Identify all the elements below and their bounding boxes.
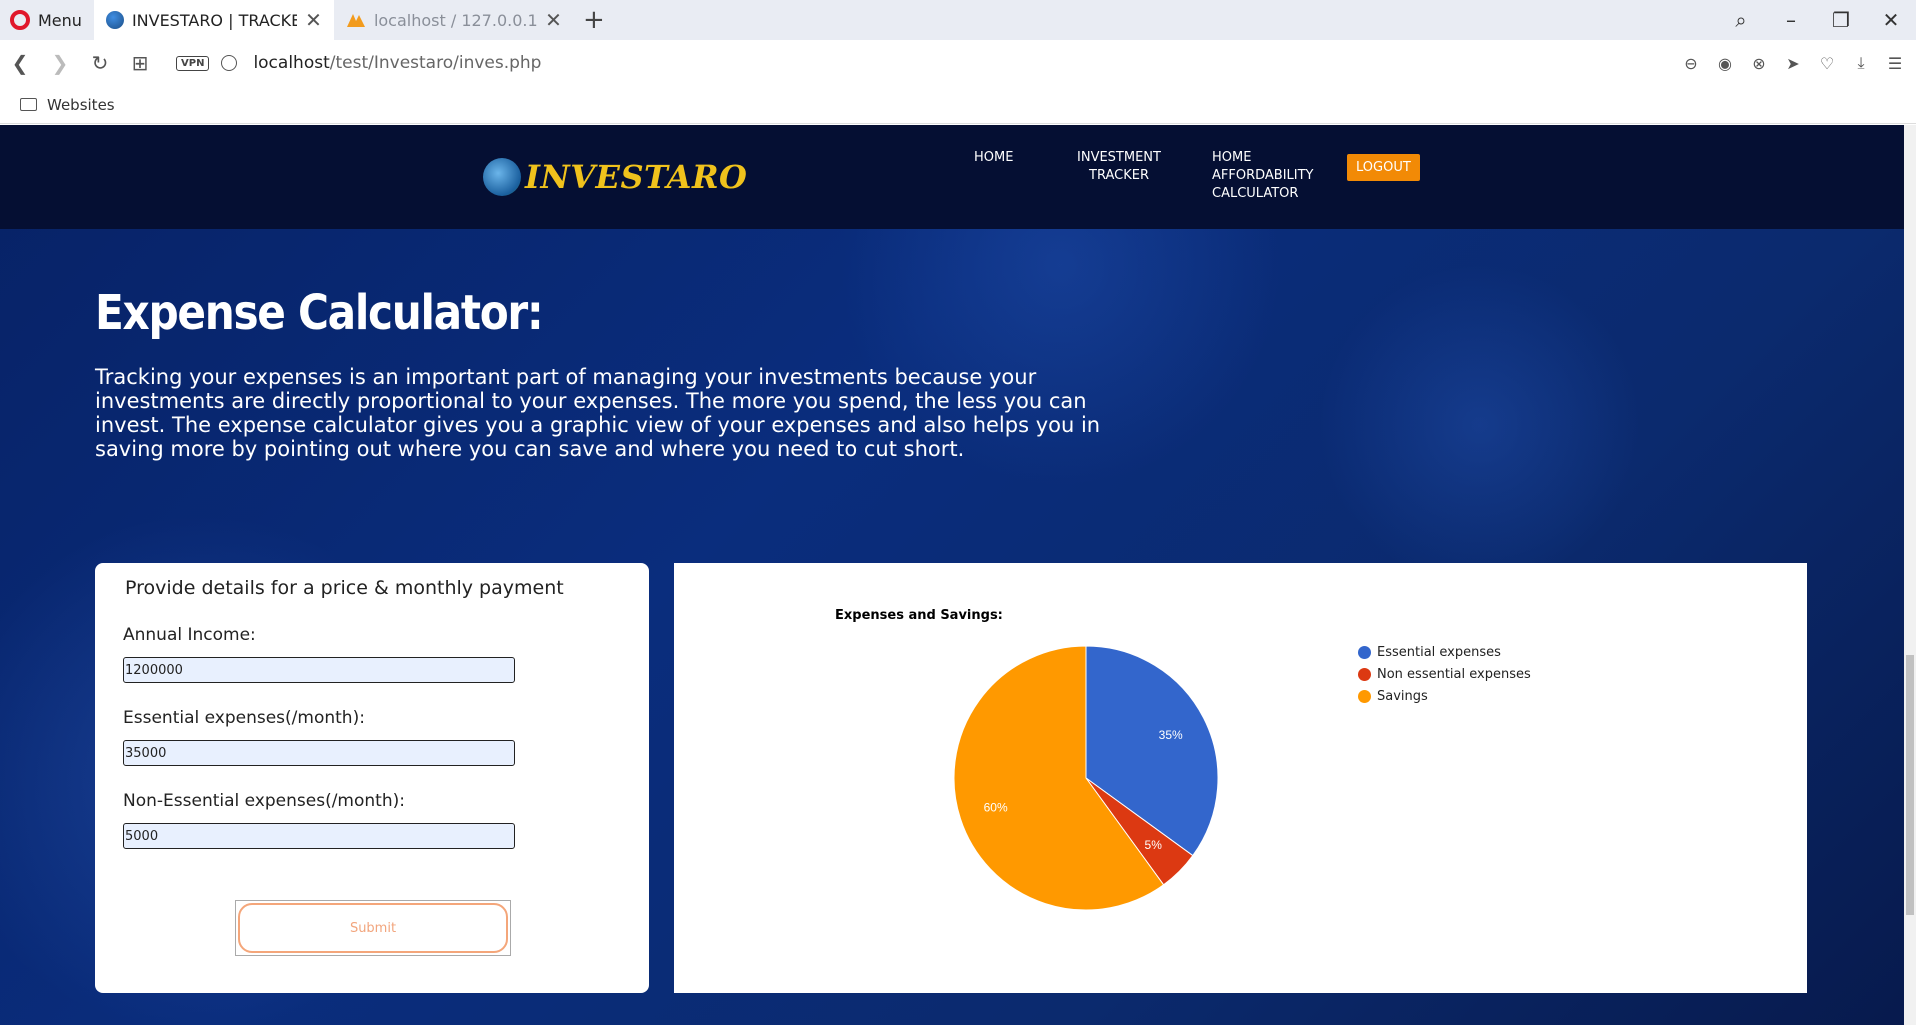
tab-title: localhost / 127.0.0.1 / regis [373,10,538,30]
bookmarks-bar: Websites [0,86,1916,124]
legend-label: Savings [1377,688,1428,704]
bookmark-heart-icon[interactable]: ♡ [1816,54,1838,73]
site-logo[interactable]: INVESTARO [483,158,747,196]
legend-swatch [1358,689,1371,703]
page-content: INVESTARO HOME INVESTMENT TRACKER HOME A… [0,125,1904,1025]
close-window-icon[interactable]: ✕ [1866,8,1916,32]
nonessential-expenses-input[interactable] [123,823,515,849]
close-tab-icon[interactable]: ✕ [305,8,322,32]
pie-slice-label: 60% [984,800,1008,814]
submit-outline: Submit [235,900,511,956]
nav-home[interactable]: HOME [974,149,1013,167]
browser-tab-bar: Menu INVESTARO | TRACKER ✕ localhost / 1… [0,0,1916,40]
address-bar-tools: ⊖ ◉ ⊗ ➤ ♡ ⤓ ☰ [1680,40,1906,86]
site-info-icon[interactable] [221,55,238,71]
minimize-icon[interactable]: – [1766,8,1816,32]
window-controls: ⌕ – ❐ ✕ [1716,0,1916,40]
url-host: localhost [253,53,330,73]
submit-button[interactable]: Submit [238,903,508,953]
restore-icon[interactable]: ❐ [1816,8,1866,32]
send-icon[interactable]: ➤ [1782,54,1804,73]
browser-menu-button[interactable]: Menu [0,0,94,40]
scrollbar-thumb[interactable] [1906,655,1914,915]
folder-icon [20,98,37,111]
tabs-grid-icon[interactable]: ⊞ [120,51,160,75]
tab-investaro-tracker[interactable]: INVESTARO | TRACKER ✕ [93,0,334,40]
zoom-icon[interactable]: ⊖ [1680,54,1702,73]
legend-item[interactable]: Essential expenses [1358,641,1531,663]
downloads-icon[interactable]: ⤓ [1850,53,1872,73]
site-header: INVESTARO HOME INVESTMENT TRACKER HOME A… [0,125,1904,229]
logo-text: INVESTARO [525,158,748,196]
menu-label: Menu [38,10,82,30]
bookmark-folder-websites[interactable]: Websites [47,96,115,114]
investaro-favicon-icon [105,11,124,29]
pie-slice-label: 35% [1159,728,1183,742]
snapshot-icon[interactable]: ◉ [1714,54,1736,73]
new-tab-icon[interactable]: + [580,5,608,35]
adblock-icon[interactable]: ⊗ [1748,54,1770,73]
essential-expenses-input[interactable] [123,740,515,766]
pie-chart: 35% 5% 60% [953,645,1219,911]
phpmyadmin-favicon-icon [346,14,365,27]
legend-swatch [1358,667,1371,681]
nonessential-expenses-label: Non-Essential expenses(/month): [123,791,405,811]
vpn-badge[interactable]: VPN [176,55,210,71]
intro-paragraph: Tracking your expenses is an important p… [95,365,1101,461]
back-icon[interactable]: ❮ [0,51,40,75]
url-path: /test/Investaro/inves.php [329,53,542,73]
opera-logo-icon [10,10,30,30]
legend-item[interactable]: Savings [1358,685,1531,707]
nav-home-affordability-calculator[interactable]: HOME AFFORDABILITY CALCULATOR [1212,149,1324,203]
annual-income-label: Annual Income: [123,625,256,645]
nav-investment-tracker[interactable]: INVESTMENT TRACKER [1077,149,1161,185]
chart-legend: Essential expenses Non essential expenses… [1358,641,1531,707]
close-tab-icon[interactable]: ✕ [545,8,562,32]
legend-item[interactable]: Non essential expenses [1358,663,1531,685]
logo-globe-icon [483,158,521,196]
legend-label: Non essential expenses [1377,666,1531,682]
search-tabs-icon[interactable]: ⌕ [1716,8,1766,32]
legend-swatch [1358,645,1371,659]
address-bar-row: ❮ ❯ ↻ ⊞ VPN localhost/test/Investaro/inv… [0,40,1916,86]
forward-icon[interactable]: ❯ [40,51,80,75]
annual-income-input[interactable] [123,657,515,683]
chart-card: Expenses and Savings: 35% 5% 60% Essential… [674,563,1807,993]
pie-slice-label: 5% [1145,838,1163,852]
reload-icon[interactable]: ↻ [80,51,120,75]
legend-label: Essential expenses [1377,644,1501,660]
logout-button[interactable]: LOGOUT [1347,154,1420,181]
expense-form-card: Provide details for a price & monthly pa… [95,563,649,993]
url-field[interactable]: localhost/test/Investaro/inves.php [253,53,541,73]
tab-title: INVESTARO | TRACKER [131,10,298,30]
easy-setup-icon[interactable]: ☰ [1884,54,1906,73]
essential-expenses-label: Essential expenses(/month): [123,708,365,728]
tab-phpmyadmin[interactable]: localhost / 127.0.0.1 / regis ✕ [334,0,574,40]
page-title: Expense Calculator: [95,285,544,341]
page-scrollbar[interactable] [1904,125,1916,1025]
form-heading: Provide details for a price & monthly pa… [125,577,564,599]
